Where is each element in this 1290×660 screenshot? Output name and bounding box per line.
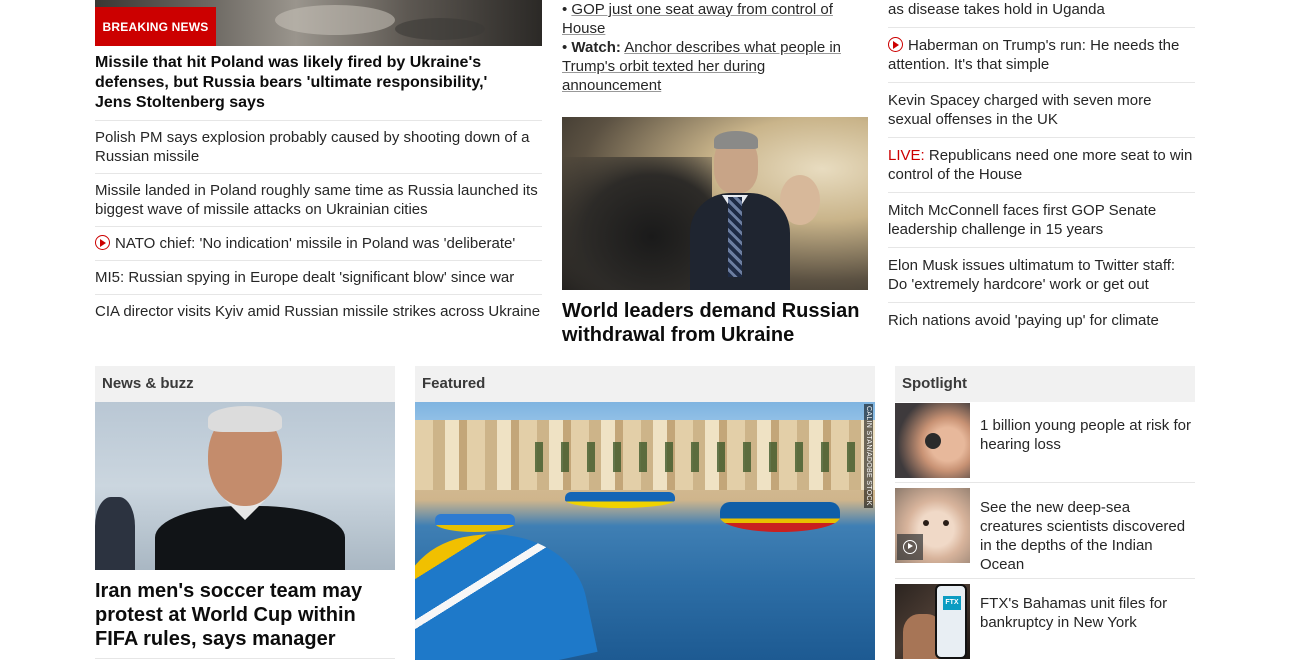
related-link[interactable]: Polish PM says explosion probably caused…: [95, 129, 529, 165]
divider: [95, 658, 395, 659]
list-item[interactable]: FTX FTX's Bahamas unit files for bankrup…: [895, 579, 1195, 660]
headline-link[interactable]: Haberman on Trump's run: He needs the at…: [888, 37, 1179, 73]
headline-link[interactable]: Mitch McConnell faces first GOP Senate l…: [888, 202, 1156, 238]
hero-image[interactable]: BREAKING NEWS: [95, 0, 542, 46]
related-link[interactable]: NATO chief: 'No indication' missile in P…: [115, 235, 515, 252]
list-item[interactable]: Kevin Spacey charged with seven more sex…: [888, 82, 1195, 137]
spotlight-section: Spotlight 1 billion young people at risk…: [895, 366, 1195, 660]
thumbnail[interactable]: FTX: [895, 584, 970, 659]
thumbnail[interactable]: [895, 488, 970, 563]
play-circle-icon: [95, 235, 110, 250]
list-item[interactable]: US makes plans for possible Ebola outbre…: [888, 0, 1195, 27]
news-buzz-headline[interactable]: Iran men's soccer team may protest at Wo…: [95, 579, 395, 651]
live-label: LIVE:: [888, 147, 925, 164]
list-item[interactable]: Haberman on Trump's run: He needs the at…: [888, 27, 1195, 82]
headline-link[interactable]: Republicans need one more seat to win co…: [888, 147, 1192, 183]
news-buzz-section: News & buzz Iran men's soccer team may p…: [95, 366, 395, 659]
bullet-link[interactable]: GOP just one seat away from control of H…: [562, 1, 833, 37]
headline-link[interactable]: Elon Musk issues ultimatum to Twitter st…: [888, 257, 1175, 293]
photo-credit: CALIN STAN/ADOBE STOCK: [864, 404, 873, 508]
top-story-headline[interactable]: Missile that hit Poland was likely fired…: [95, 53, 542, 113]
watch-label: Watch:: [571, 39, 621, 56]
headlines-column: US makes plans for possible Ebola outbre…: [888, 0, 1195, 338]
play-circle-icon: [888, 37, 903, 52]
headline-link[interactable]: US makes plans for possible Ebola outbre…: [888, 0, 1183, 18]
spotlight-list: 1 billion young people at risk for heari…: [895, 402, 1195, 660]
list-item[interactable]: Mitch McConnell faces first GOP Senate l…: [888, 192, 1195, 247]
story-image[interactable]: [95, 402, 395, 570]
list-item[interactable]: Missile landed in Poland roughly same ti…: [95, 173, 542, 226]
section-title: News & buzz: [95, 366, 395, 402]
list-item[interactable]: CIA director visits Kyiv amid Russian mi…: [95, 294, 542, 328]
top-story-column: BREAKING NEWS Missile that hit Poland wa…: [95, 0, 542, 328]
list-item[interactable]: Polish PM says explosion probably caused…: [95, 120, 542, 173]
related-link[interactable]: MI5: Russian spying in Europe dealt 'sig…: [95, 269, 514, 286]
list-item[interactable]: MI5: Russian spying in Europe dealt 'sig…: [95, 260, 542, 294]
related-link[interactable]: CIA director visits Kyiv amid Russian mi…: [95, 303, 540, 320]
list-item[interactable]: 1 billion young people at risk for heari…: [895, 402, 1195, 483]
bullet-item[interactable]: • Watch: Anchor describes what people in…: [562, 38, 868, 95]
headline-link[interactable]: Rich nations avoid 'paying up' for clima…: [888, 312, 1159, 329]
spotlight-link[interactable]: 1 billion young people at risk for heari…: [970, 403, 1195, 477]
headlines-list: US makes plans for possible Ebola outbre…: [888, 0, 1195, 338]
featured-image[interactable]: CALIN STAN/ADOBE STOCK: [415, 402, 875, 660]
list-item[interactable]: LIVE: Republicans need one more seat to …: [888, 137, 1195, 192]
middle-story-column: • GOP just one seat away from control of…: [562, 0, 868, 347]
video-play-icon[interactable]: [897, 534, 923, 560]
thumbnail[interactable]: [895, 403, 970, 478]
list-item[interactable]: Elon Musk issues ultimatum to Twitter st…: [888, 247, 1195, 302]
breaking-news-badge: BREAKING NEWS: [95, 7, 216, 46]
featured-section: Featured CALIN STAN/ADOBE STOCK: [415, 366, 875, 660]
section-title: Featured: [415, 366, 875, 402]
headline-link[interactable]: Kevin Spacey charged with seven more sex…: [888, 92, 1151, 128]
related-links-list: Polish PM says explosion probably caused…: [95, 120, 542, 328]
middle-story-headline[interactable]: World leaders demand Russian withdrawal …: [562, 299, 868, 347]
ftx-logo: FTX: [943, 596, 961, 610]
spotlight-link[interactable]: FTX's Bahamas unit files for bankruptcy …: [970, 584, 1195, 659]
list-item[interactable]: See the new deep-sea creatures scientist…: [895, 483, 1195, 579]
story-image[interactable]: [562, 117, 868, 290]
bullet-item[interactable]: • GOP just one seat away from control of…: [562, 0, 868, 38]
related-link[interactable]: Missile landed in Poland roughly same ti…: [95, 182, 538, 218]
section-title: Spotlight: [895, 366, 1195, 402]
list-item[interactable]: Rich nations avoid 'paying up' for clima…: [888, 302, 1195, 338]
list-item[interactable]: NATO chief: 'No indication' missile in P…: [95, 226, 542, 260]
spotlight-link[interactable]: See the new deep-sea creatures scientist…: [970, 488, 1195, 573]
